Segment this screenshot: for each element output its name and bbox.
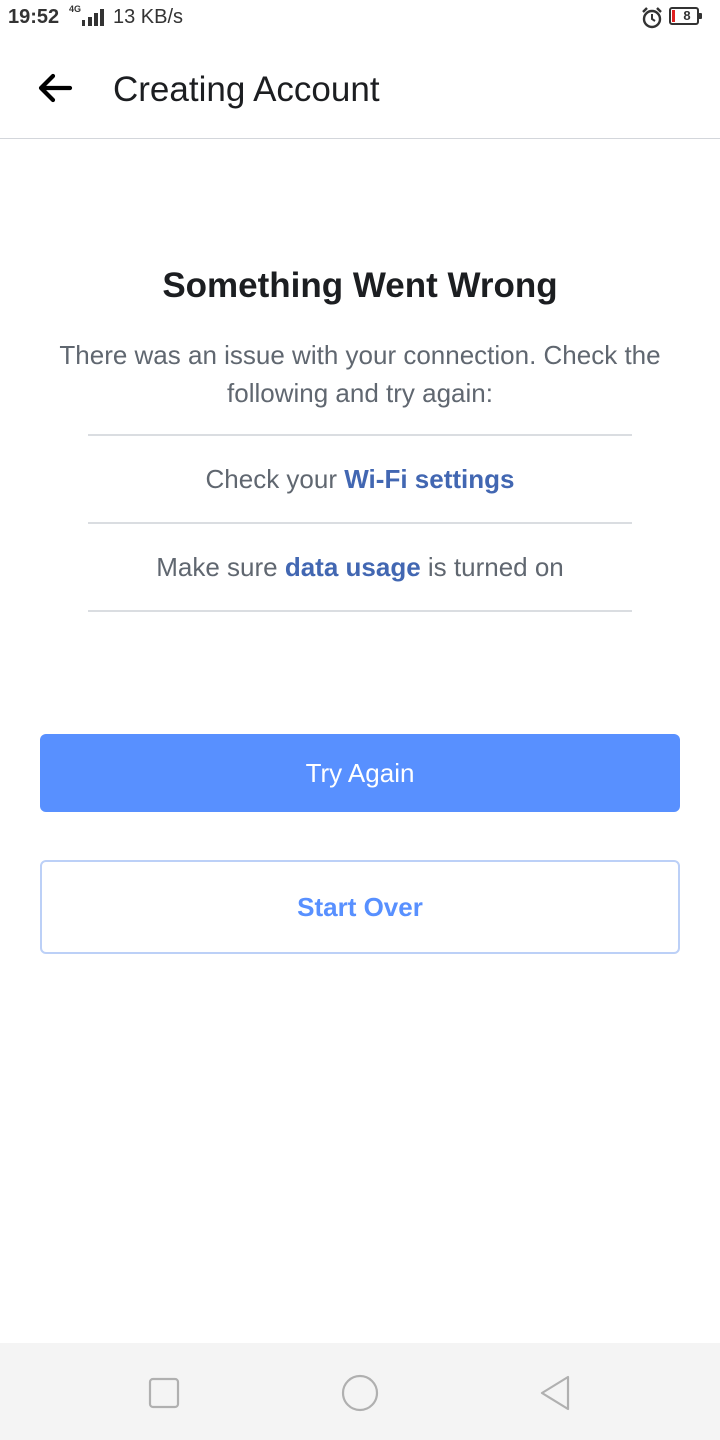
page-title: Creating Account: [113, 70, 380, 109]
error-title: Something Went Wrong: [162, 266, 558, 305]
status-bar: 19:52 4G 13 KB/s 8: [0, 0, 720, 36]
back-triangle-icon: [540, 1375, 570, 1411]
recent-apps-icon: [148, 1377, 180, 1409]
alarm-icon: [642, 7, 662, 29]
divider: [88, 434, 632, 436]
back-button[interactable]: [34, 70, 78, 106]
check-item-wifi: Check your Wi-Fi settings: [88, 464, 632, 495]
system-back-button[interactable]: [534, 1371, 578, 1415]
recent-apps-button[interactable]: [142, 1371, 186, 1415]
wifi-settings-link[interactable]: Wi-Fi settings: [344, 464, 514, 494]
battery-icon: 8: [669, 7, 703, 27]
try-again-button[interactable]: Try Again: [40, 734, 680, 812]
system-nav-bar: [0, 1343, 720, 1440]
check-item-suffix: is turned on: [420, 552, 564, 582]
check-item-prefix: Make sure: [156, 552, 285, 582]
check-item-prefix: Check your: [205, 464, 345, 494]
home-button[interactable]: [338, 1371, 382, 1415]
error-description: There was an issue with your connection.…: [59, 340, 661, 408]
battery-level: 8: [683, 8, 691, 23]
network-speed: 13 KB/s: [113, 6, 184, 28]
data-usage-link[interactable]: data usage: [285, 552, 421, 582]
home-icon: [341, 1374, 379, 1412]
network-type-label: 4G: [69, 4, 82, 14]
divider: [88, 610, 632, 612]
status-time: 19:52: [8, 6, 60, 28]
app-bar: Creating Account: [0, 36, 720, 139]
arrow-left-icon: [38, 73, 73, 103]
signal-icon: [82, 9, 104, 26]
start-over-button[interactable]: Start Over: [40, 860, 680, 954]
divider: [88, 522, 632, 524]
check-item-data-usage: Make sure data usage is turned on: [88, 552, 632, 583]
